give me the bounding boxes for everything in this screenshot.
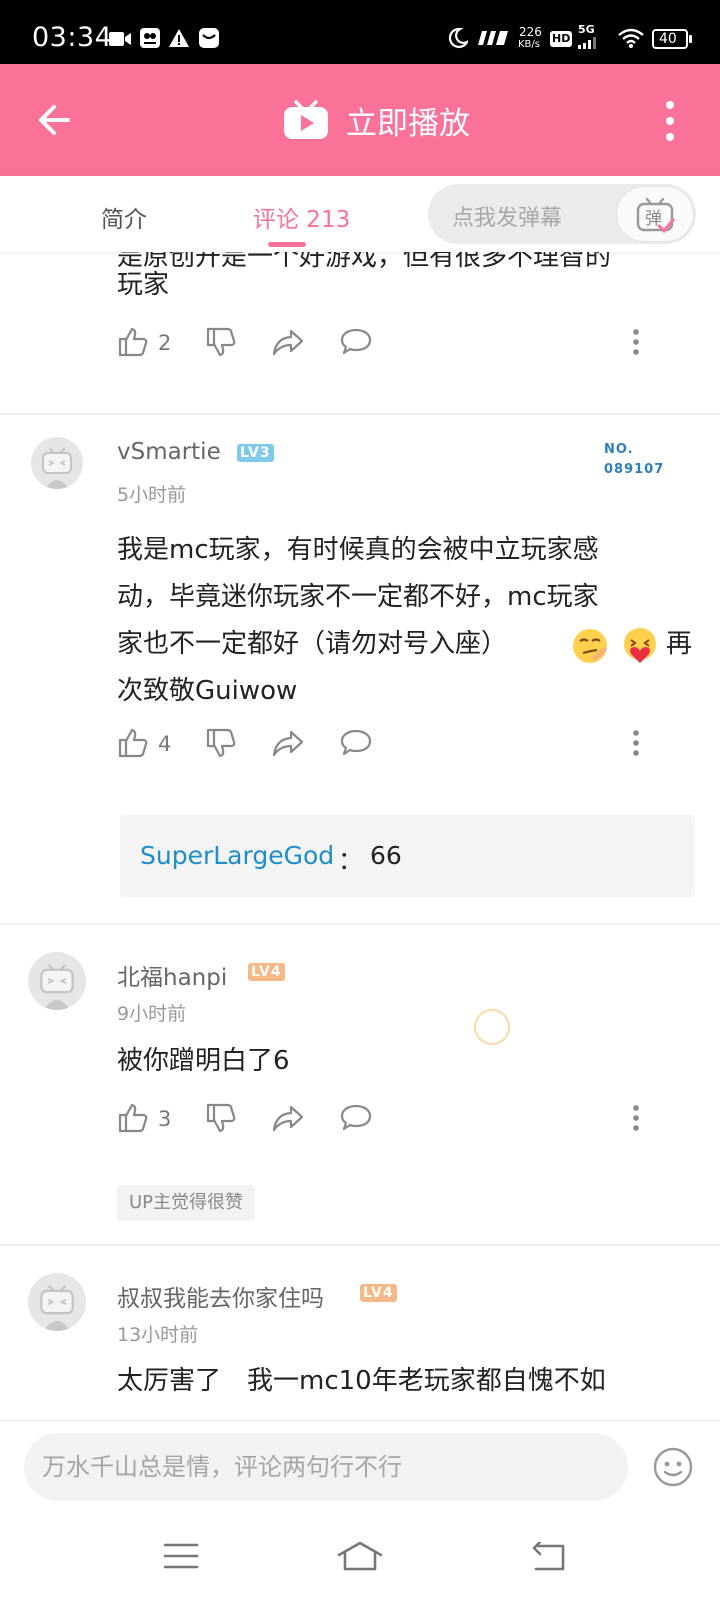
comment-time: 5小时前 bbox=[117, 484, 187, 506]
do-not-disturb-moon-icon bbox=[448, 27, 468, 49]
thumbs-down-icon[interactable] bbox=[205, 326, 237, 358]
thumbs-down-icon[interactable] bbox=[205, 727, 237, 759]
comment-divider bbox=[0, 923, 720, 925]
net-speed-value: 226 bbox=[519, 25, 542, 39]
hd-badge: HD bbox=[550, 31, 573, 47]
comment-text-line: 动，毕竟迷你玩家不一定都不好，mc玩家 bbox=[117, 582, 599, 612]
user-level-badge: LV3 bbox=[237, 444, 274, 462]
comment-more-icon[interactable] bbox=[631, 326, 641, 358]
share-icon[interactable] bbox=[271, 1102, 305, 1134]
comment-input[interactable] bbox=[24, 1433, 628, 1501]
mail-icon bbox=[199, 28, 219, 48]
app-title: 立即播放 bbox=[346, 105, 470, 142]
comment-username[interactable]: 北福hanpi bbox=[117, 958, 227, 992]
tv-play-icon bbox=[284, 100, 328, 139]
floor-number-value: 089107 bbox=[604, 462, 665, 477]
tabs-row: 简介 评论 213 点我发弹幕 弹 bbox=[0, 176, 720, 252]
comment-text-line: 次致敬Guiwow bbox=[117, 676, 298, 706]
comment-username[interactable]: vSmartie bbox=[117, 439, 221, 465]
comment-actions: 4 bbox=[117, 727, 677, 763]
comment-text: 被你蹭明白了6 bbox=[117, 1046, 290, 1076]
comment-actions: 3 bbox=[117, 1102, 677, 1138]
user-level-badge: LV4 bbox=[248, 963, 285, 981]
danmaku-button-label: 弹 bbox=[645, 209, 662, 229]
reply-preview[interactable]: SuperLargeGod ： 66 bbox=[120, 815, 695, 897]
comment-text-line: 家也不一定都好（请勿对号入座） bbox=[117, 629, 508, 659]
comment-divider bbox=[0, 413, 720, 415]
like-count: 4 bbox=[158, 732, 172, 756]
comment-time: 13小时前 bbox=[117, 1324, 199, 1346]
emoji-picker-icon[interactable] bbox=[652, 1446, 694, 1488]
comment-more-icon[interactable] bbox=[631, 1102, 641, 1134]
play-now-button[interactable]: 立即播放 bbox=[282, 98, 470, 142]
status-bar: 03:34 226 KB/s HD 5G 40 bbox=[0, 0, 720, 64]
reply-text: 66 bbox=[370, 841, 402, 870]
reply-separator: ： bbox=[338, 846, 364, 875]
comment-text: 太厉害了 我一mc10年老玩家都自愧不如 bbox=[117, 1366, 606, 1396]
reply-bubble-icon[interactable] bbox=[339, 727, 373, 759]
danmaku-input[interactable]: 点我发弹幕 弹 bbox=[428, 184, 696, 244]
floor-number-label: NO. bbox=[604, 442, 634, 457]
status-time: 03:34 bbox=[32, 22, 113, 53]
thumbs-up-icon[interactable] bbox=[117, 326, 149, 358]
thumbs-up-icon[interactable] bbox=[117, 1102, 149, 1134]
net-speed-unit: KB/s bbox=[518, 39, 540, 50]
active-tab-indicator bbox=[268, 242, 306, 247]
battery-indicator: 40 bbox=[652, 29, 688, 49]
comment-list[interactable]: 是原创开是一个好游戏，但有很多不理智的 玩家 2 vSmartie LV3 5小… bbox=[0, 252, 720, 1420]
wifi-icon bbox=[618, 28, 644, 48]
share-icon[interactable] bbox=[271, 326, 305, 358]
home-icon[interactable] bbox=[336, 1540, 384, 1572]
warning-icon bbox=[169, 29, 189, 47]
user-level-badge: LV4 bbox=[360, 1284, 397, 1302]
app-bar: 立即播放 bbox=[0, 64, 720, 176]
carrier-logo-icon bbox=[478, 31, 508, 45]
menu-icon[interactable] bbox=[163, 1542, 199, 1570]
love-hug-emoji-icon bbox=[624, 628, 656, 663]
battery-tip bbox=[689, 35, 692, 43]
comment-more-icon[interactable] bbox=[631, 727, 641, 759]
up-liked-badge: UP主觉得很赞 bbox=[117, 1185, 256, 1221]
signal-label: 5G bbox=[578, 23, 595, 36]
back-icon[interactable] bbox=[530, 1542, 566, 1572]
comment-input-bar bbox=[0, 1420, 720, 1512]
like-count: 3 bbox=[158, 1107, 172, 1131]
smirk-emoji-icon bbox=[573, 629, 607, 663]
reply-username[interactable]: SuperLargeGod bbox=[140, 841, 334, 870]
comment-divider bbox=[0, 1244, 720, 1246]
comment-text: 玩家 bbox=[117, 270, 170, 300]
danmaku-placeholder: 点我发弹幕 bbox=[452, 206, 563, 231]
battery-level: 40 bbox=[659, 31, 677, 47]
default-avatar-icon bbox=[42, 448, 72, 489]
tab-intro[interactable]: 简介 bbox=[101, 200, 147, 234]
share-icon[interactable] bbox=[271, 727, 305, 759]
reply-bubble-icon[interactable] bbox=[339, 326, 373, 358]
floor-number-badge: NO. 089107 bbox=[604, 440, 664, 480]
video-record-icon bbox=[109, 32, 131, 46]
gallery-app-icon bbox=[140, 28, 160, 48]
default-avatar-icon bbox=[40, 964, 74, 1010]
avatar[interactable] bbox=[28, 1273, 86, 1331]
system-nav-bar bbox=[0, 1512, 720, 1600]
avatar[interactable] bbox=[31, 437, 83, 489]
thumbs-up-icon[interactable] bbox=[117, 727, 149, 759]
comment-text-tail: 再 bbox=[666, 629, 693, 659]
comment-actions: 2 bbox=[117, 326, 677, 362]
tab-comments[interactable]: 评论 213 bbox=[253, 200, 350, 234]
comment-text-line: 我是mc玩家，有时候真的会被中立玩家感 bbox=[117, 535, 599, 565]
signal-bars-icon bbox=[578, 37, 596, 49]
reply-bubble-icon[interactable] bbox=[339, 1102, 373, 1134]
back-arrow-icon[interactable] bbox=[34, 98, 78, 142]
comment-username[interactable]: 叔叔我能去你家住吗 bbox=[117, 1279, 324, 1313]
comment-time: 9小时前 bbox=[117, 1003, 187, 1025]
like-count: 2 bbox=[158, 331, 172, 355]
default-avatar-icon bbox=[40, 1285, 74, 1331]
more-vertical-icon[interactable] bbox=[662, 100, 678, 142]
avatar[interactable] bbox=[28, 952, 86, 1010]
danmaku-toggle-button[interactable]: 弹 bbox=[616, 186, 694, 242]
thumbs-down-icon[interactable] bbox=[205, 1102, 237, 1134]
